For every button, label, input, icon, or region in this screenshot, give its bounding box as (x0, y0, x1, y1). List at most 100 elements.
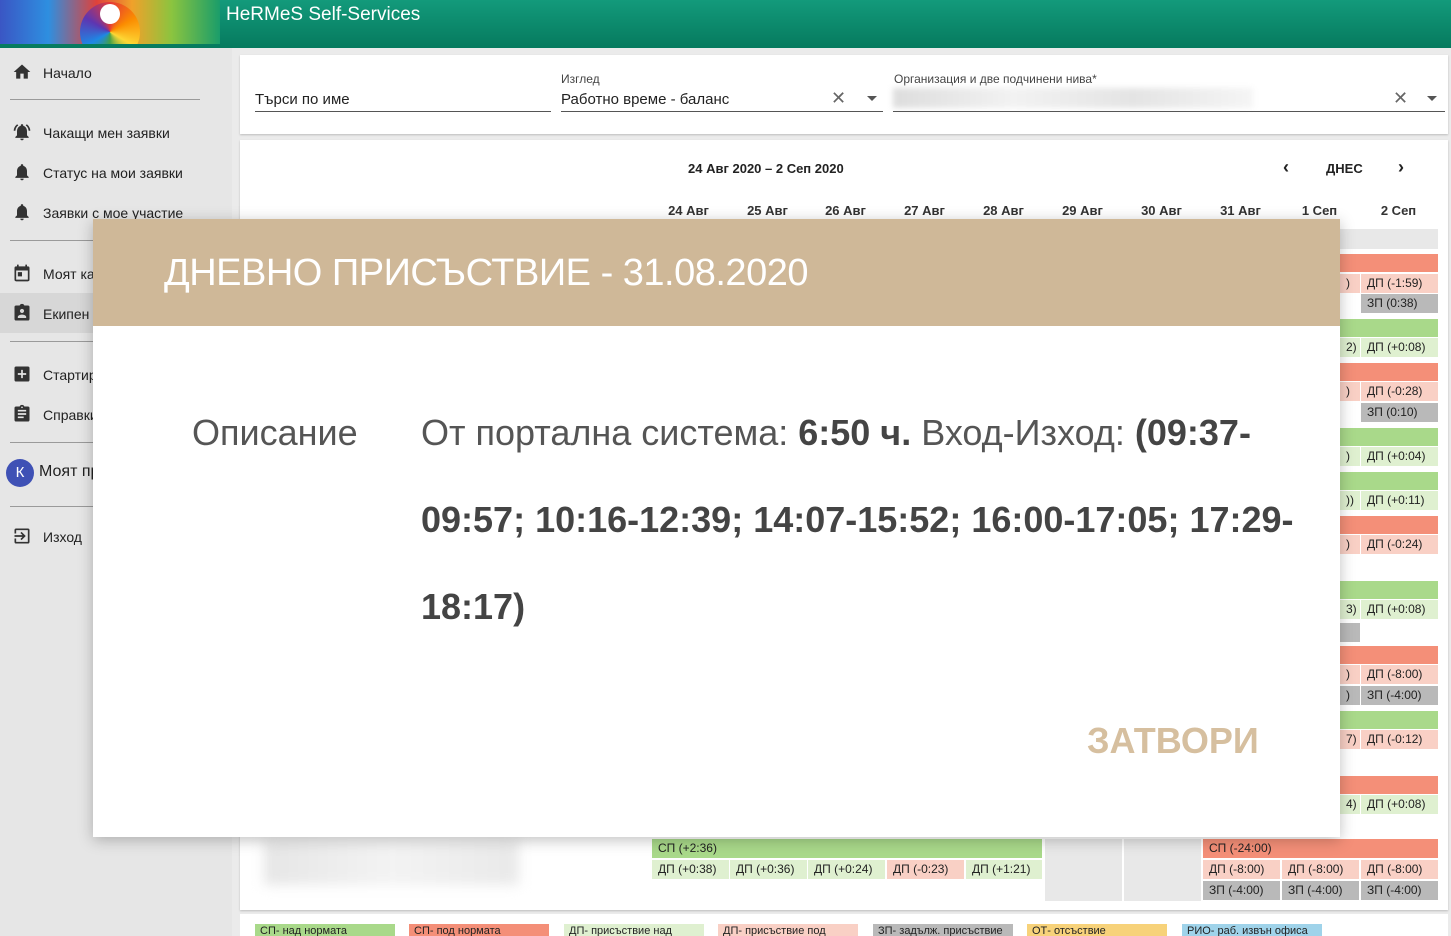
day-header: 28 Авг (983, 203, 1024, 218)
plus-box-icon (14, 366, 30, 382)
day-cell[interactable]: ) (1340, 382, 1360, 401)
summary-cell[interactable]: СП (+2:36) (652, 839, 1042, 858)
day-cell[interactable]: ДП (+0:24) (808, 860, 885, 879)
chevron-down-icon[interactable] (1427, 96, 1437, 101)
day-cell[interactable]: 3) (1340, 600, 1360, 619)
filters-card: Търси по име Изглед Работно време - бала… (240, 55, 1448, 134)
day-header: 25 Авг (747, 203, 788, 218)
sidebar-item-label: Екипен (43, 306, 90, 322)
view-select-value: Работно време - баланс (561, 91, 730, 108)
day-cell[interactable]: ДП (+0:38) (652, 860, 729, 879)
summary-cell[interactable] (1340, 363, 1438, 381)
day-cell[interactable]: ЗП (0:38) (1361, 294, 1438, 313)
day-cell[interactable]: ) (1340, 274, 1360, 293)
close-button[interactable]: ЗАТВОРИ (1087, 720, 1259, 762)
chevron-right-icon[interactable]: › (1398, 157, 1404, 178)
bell-icon (15, 204, 29, 221)
day-cell[interactable]: 2) (1340, 338, 1360, 357)
clear-icon[interactable]: ✕ (831, 88, 846, 109)
day-cell[interactable]: ДП (+0:04) (1361, 447, 1438, 466)
day-cell[interactable]: 4) (1340, 795, 1360, 814)
summary-cell[interactable] (1340, 472, 1438, 490)
day-cell[interactable]: ЗП (0:10) (1361, 403, 1438, 422)
day-cell[interactable]: ДП (-8:00) (1361, 860, 1438, 879)
day-cell[interactable]: ДП (-1:59) (1361, 274, 1438, 293)
day-cell[interactable]: ДП (-8:00) (1282, 860, 1359, 879)
sidebar-item-waiting-requests[interactable]: Чакащи мен заявки (0, 112, 232, 152)
day-cell[interactable]: ДП (-8:00) (1203, 860, 1280, 879)
top-bar: HeRMeS Self-Services (0, 0, 1451, 48)
summary-cell[interactable] (1340, 428, 1438, 446)
day-cell-weekend (1045, 839, 1122, 901)
name-search-input[interactable]: Търси по име (255, 91, 350, 108)
dialog-title: ДНЕВНО ПРИСЪСТВИЕ - 31.08.2020 (164, 252, 808, 294)
logo-hub (100, 4, 120, 24)
app-logo[interactable] (0, 0, 220, 44)
day-cell[interactable]: ЗП (-4:00) (1282, 881, 1359, 900)
daily-attendance-dialog: ДНЕВНО ПРИСЪСТВИЕ - 31.08.2020 Описание … (93, 219, 1340, 837)
day-cell[interactable]: ДП (-0:12) (1361, 730, 1438, 749)
day-cell[interactable]: )) (1340, 491, 1360, 510)
day-header: 31 Авг (1220, 203, 1261, 218)
day-cell[interactable]: ) (1340, 535, 1360, 554)
home-icon (13, 64, 31, 79)
sidebar-item-my-request-status[interactable]: Статус на мои заявки (0, 152, 232, 192)
summary-cell[interactable] (1340, 254, 1438, 272)
field-underline (255, 111, 551, 112)
legend-item: ЗП- задълж. присъствие (873, 924, 1013, 936)
summary-cell[interactable] (1340, 776, 1438, 794)
day-cell[interactable]: ) (1340, 447, 1360, 466)
name-search-field[interactable]: Търси по име (255, 55, 551, 134)
org-select[interactable]: Организация и две подчинени нива* ✕ (893, 55, 1448, 134)
summary-cell[interactable] (1340, 711, 1438, 729)
clear-icon[interactable]: ✕ (1393, 88, 1408, 109)
legend-item: ДП- присъствие над (564, 924, 704, 936)
day-cell[interactable]: ЗП (-4:00) (1203, 881, 1280, 900)
day-cell[interactable]: ДП (-0:28) (1361, 382, 1438, 401)
day-cell[interactable]: ДП (+0:08) (1361, 795, 1438, 814)
employee-name-redacted (264, 840, 519, 885)
view-select[interactable]: Изглед Работно време - баланс ✕ (561, 55, 883, 134)
day-cell[interactable]: ) (1340, 665, 1360, 684)
summary-cell[interactable] (1340, 581, 1438, 599)
chevron-left-icon[interactable]: ‹ (1283, 157, 1289, 178)
summary-cell[interactable] (1340, 516, 1438, 534)
legend-item: СП- под нормата (409, 924, 549, 936)
summary-cell[interactable] (1340, 646, 1438, 664)
day-header: 27 Авг (904, 203, 945, 218)
org-select-label: Организация и две подчинени нива* (894, 72, 1097, 86)
app-title: HeRMeS Self-Services (226, 4, 421, 25)
sidebar-item-label: Справки (43, 407, 98, 423)
day-cell[interactable]: ЗП (-4:00) (1361, 686, 1438, 705)
sidebar-item-label: Статус на мои заявки (43, 165, 183, 181)
day-cell[interactable]: ДП (+0:11) (1361, 491, 1438, 510)
day-cell[interactable]: ДП (-0:23) (887, 860, 964, 879)
dialog-header: ДНЕВНО ПРИСЪСТВИЕ - 31.08.2020 (93, 219, 1340, 326)
chevron-down-icon[interactable] (867, 96, 877, 101)
day-cell[interactable]: ) (1340, 686, 1360, 705)
description-text: От портална система: 6:50 ч. Вход-Изход:… (421, 389, 1321, 650)
sidebar-item-label: Моят ка (43, 266, 95, 282)
day-cell[interactable]: ДП (+1:21) (966, 860, 1042, 879)
sidebar-item-label: Начало (43, 65, 92, 81)
day-cell[interactable]: ДП (+0:08) (1361, 600, 1438, 619)
date-range: 24 Авг 2020 – 2 Сеп 2020 (688, 161, 844, 176)
day-cell[interactable]: ДП (-8:00) (1361, 665, 1438, 684)
sidebar-item-label: Чакащи мен заявки (43, 125, 170, 141)
avatar: К (6, 459, 34, 487)
day-cell[interactable]: ДП (+0:36) (730, 860, 807, 879)
day-header: 26 Авг (825, 203, 866, 218)
bell-icon (15, 164, 29, 181)
legend-item: СП- над нормата (255, 924, 395, 936)
day-cell[interactable]: ДП (-0:24) (1361, 535, 1438, 554)
day-cell[interactable]: ДП (+0:08) (1361, 338, 1438, 357)
calendar-row-header-strip (1340, 229, 1438, 249)
today-button[interactable]: ДНЕС (1326, 161, 1363, 176)
summary-cell[interactable] (1340, 319, 1438, 337)
sidebar-item-home[interactable]: Начало (0, 52, 232, 92)
day-cell[interactable]: 7) (1340, 730, 1360, 749)
day-cell[interactable]: ЗП (-4:00) (1361, 881, 1438, 900)
summary-cell[interactable]: СП (-24:00) (1203, 839, 1438, 858)
day-cell[interactable] (1340, 623, 1360, 642)
sidebar-item-label: Изход (43, 529, 82, 545)
